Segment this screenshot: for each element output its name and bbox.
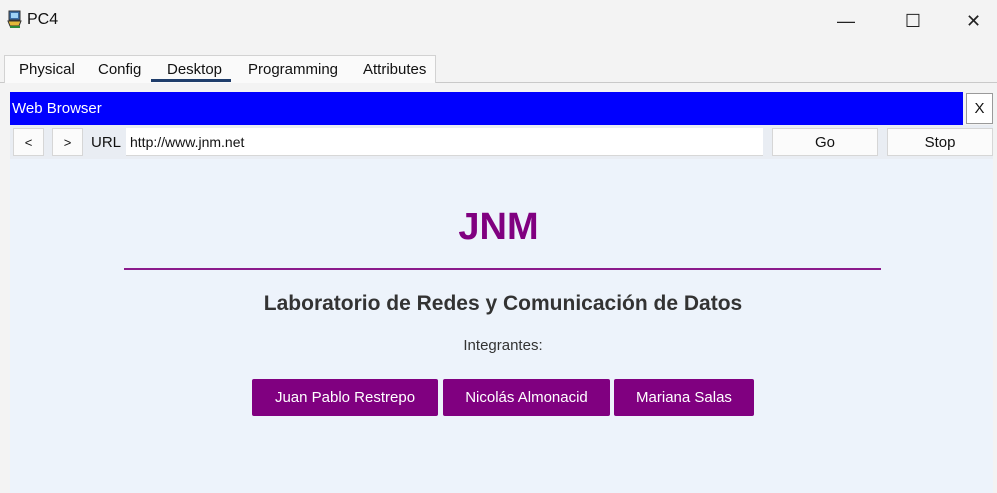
url-label: URL [91, 134, 122, 151]
window-title: PC4 [27, 11, 59, 28]
url-input[interactable] [126, 128, 763, 156]
maximize-button[interactable]: ☐ [883, 0, 943, 42]
browser-close-button[interactable]: X [966, 93, 993, 124]
browser-title: Web Browser [12, 100, 102, 117]
active-tab-indicator [151, 79, 231, 82]
close-icon: ✕ [965, 10, 982, 31]
close-window-button[interactable]: ✕ [950, 0, 997, 42]
tab-programming[interactable]: Programming [248, 61, 338, 78]
heading-divider [124, 268, 881, 270]
tab-config[interactable]: Config [98, 61, 141, 78]
minimize-icon: — [837, 10, 855, 31]
window-title-bar: PC4 — ☐ ✕ [0, 0, 997, 42]
stop-button[interactable]: Stop [887, 128, 993, 156]
tab-strip: Physical Config Desktop Programming Attr… [0, 55, 997, 83]
browser-title-bar: Web Browser [10, 92, 963, 125]
forward-button[interactable]: > [52, 128, 83, 156]
member-button-mariana[interactable]: Mariana Salas [614, 379, 754, 416]
page-subtitle: Laboratorio de Redes y Comunicación de D… [263, 292, 743, 315]
go-button[interactable]: Go [772, 128, 878, 156]
minimize-button[interactable]: — [816, 0, 876, 42]
tab-desktop[interactable]: Desktop [167, 61, 222, 78]
page-heading: JNM [458, 206, 539, 248]
tab-physical[interactable]: Physical [19, 61, 75, 78]
packet-tracer-pc-icon [6, 9, 24, 29]
maximize-icon: ☐ [904, 10, 922, 31]
members-label: Integrantes: [463, 337, 543, 354]
member-button-nicolas[interactable]: Nicolás Almonacid [443, 379, 610, 416]
member-button-juan[interactable]: Juan Pablo Restrepo [252, 379, 438, 416]
tab-attributes[interactable]: Attributes [363, 61, 426, 78]
back-button[interactable]: < [13, 128, 44, 156]
